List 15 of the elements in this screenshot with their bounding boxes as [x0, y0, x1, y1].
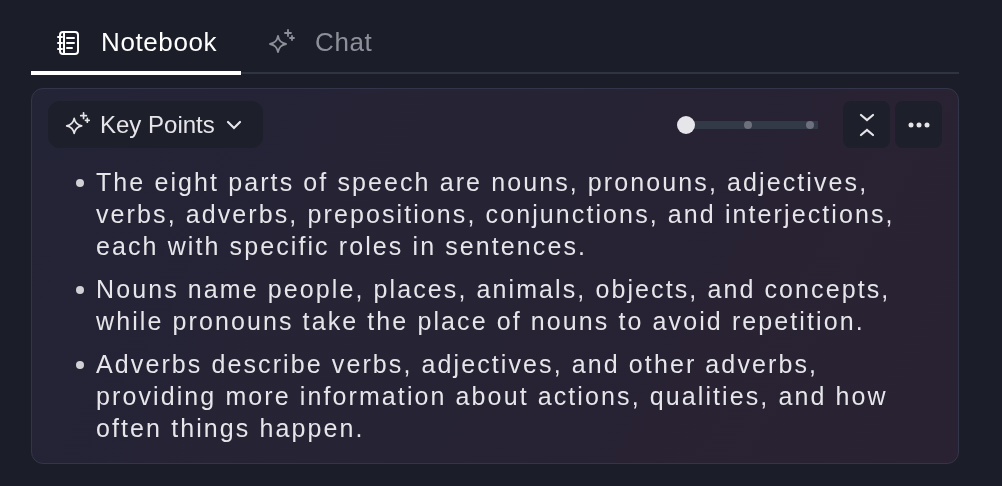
key-point: The eight parts of speech are nouns, pronouns, adjectives, verbs, adverbs, prepositions, conjunctions, and interjections, each with specific roles in sentences.: [96, 167, 896, 262]
key-point: Adverbs describe verbs, adjectives, and other adverbs, providing more information about actions, qualities, and how often things happen.: [96, 349, 889, 444]
bullet-icon: [76, 179, 84, 187]
slider-tick: [806, 120, 814, 129]
slider-tick: [744, 120, 752, 129]
more-button[interactable]: [895, 101, 942, 148]
tab[interactable]: Notebook: [31, 14, 242, 75]
more-icon: [907, 121, 930, 128]
bullet-icon: [76, 361, 84, 369]
tab[interactable]: Chat: [241, 14, 397, 75]
mode-dropdown[interactable]: Key Points: [48, 101, 263, 148]
bullet-icon: [76, 286, 84, 294]
key-point: Nouns name people, places, animals, objects, and concepts, while pronouns take the place of nouns to avoid repetition.: [96, 274, 892, 337]
collapse-button[interactable]: [843, 101, 890, 148]
slider-thumb[interactable]: [677, 115, 695, 134]
